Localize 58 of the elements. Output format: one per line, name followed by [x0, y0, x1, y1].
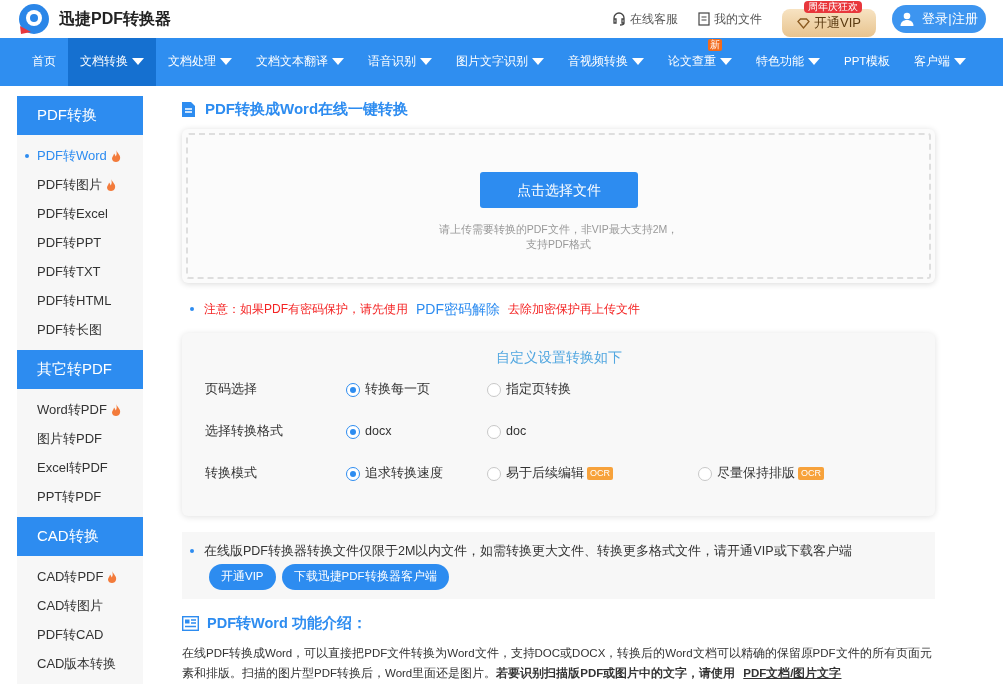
- sidebar-item[interactable]: PDF转图片: [17, 170, 143, 199]
- intro-title: PDF转Word 功能介绍：: [207, 613, 367, 633]
- sidebar-heading: CAD转换: [17, 517, 143, 556]
- option-label: 追求转换速度: [365, 465, 443, 483]
- sidebar-item[interactable]: PPT转PDF: [17, 482, 143, 511]
- sidebar-item[interactable]: PDF转Excel: [17, 199, 143, 228]
- radio-button[interactable]: [487, 424, 501, 439]
- radio-button[interactable]: [698, 466, 712, 481]
- sidebar-heading: 其它转PDF: [17, 350, 143, 389]
- radio-button[interactable]: [346, 466, 360, 481]
- ocr-link[interactable]: PDF文档/图片文字: [743, 666, 842, 679]
- sidebar-item[interactable]: CAD版本转换: [17, 649, 143, 678]
- document-icon: [182, 101, 195, 117]
- password-removal-link[interactable]: PDF密码解除: [416, 298, 500, 320]
- brand-name: 迅捷PDF转换器: [59, 9, 171, 29]
- radio-button[interactable]: [487, 382, 501, 397]
- upload-hint: 请上传需要转换的PDF文件，非VIP最大支持2M， 支持PDF格式: [438, 222, 679, 252]
- sidebar-item[interactable]: PDF转长图: [17, 315, 143, 344]
- newspaper-icon: [182, 616, 199, 632]
- user-icon: [900, 12, 915, 26]
- notice-text: 注意：如果PDF有密码保护，请先使用: [204, 301, 408, 318]
- sidebar-item[interactable]: PDF转TXT: [17, 257, 143, 286]
- radio-button[interactable]: [346, 382, 360, 397]
- sidebar-item[interactable]: CAD转PDF: [17, 562, 143, 591]
- document-icon: [698, 12, 710, 26]
- option-label: doc: [506, 423, 527, 441]
- sidebar-item[interactable]: PDF转CAD: [17, 620, 143, 649]
- nav-tab[interactable]: 文档转换: [68, 38, 156, 86]
- page-title: PDF转换成Word在线一键转换: [205, 98, 409, 119]
- sidebar-item[interactable]: Word转PDF: [17, 395, 143, 424]
- sidebar-item[interactable]: PDF转PPT: [17, 228, 143, 257]
- option-label: 易于后续编辑: [506, 465, 584, 483]
- settings-title: 自定义设置转换如下: [494, 348, 623, 367]
- header-link[interactable]: 在线客服: [612, 10, 678, 28]
- intro-paragraph: 在线PDF转换成Word，可以直接把PDF文件转换为Word文件，支持DOC或DOCX，转换后的Word文档可以精确的保留原PDF文件的所有页面元素和排版。扫描的图片型PDF转换后，Word里面还是图片。若要识别扫描版PDF或图片中的文字，请使用 PDF文档/图片文字: [182, 645, 933, 681]
- header-link[interactable]: 我的文件: [698, 10, 762, 28]
- sidebar-item[interactable]: Excel转PDF: [17, 453, 143, 482]
- radio-button[interactable]: [346, 424, 360, 439]
- new-badge: 新: [708, 39, 722, 51]
- limit-text: 在线版PDF转换器转换文件仅限于2M以内文件，如需转换更大文件、转换更多格式文件，请开通VIP或下载客户端: [204, 543, 852, 560]
- option-label: 指定页转换: [506, 381, 571, 399]
- option-label: 转换每一页: [365, 381, 430, 399]
- headset-icon: [612, 12, 626, 26]
- radio-button[interactable]: [487, 466, 501, 481]
- promo-badge: 周年庆狂欢: [804, 1, 862, 13]
- setting-label: 选择转换格式: [204, 423, 284, 441]
- sidebar-item[interactable]: 图片转PDF: [17, 424, 143, 453]
- option-label: 尽量保持排版: [717, 465, 795, 483]
- sidebar-heading: PDF转换: [17, 96, 143, 135]
- ocr-tag: OCR: [798, 467, 824, 480]
- sidebar-item[interactable]: CAD转图片: [17, 591, 143, 620]
- diamond-icon: [797, 17, 810, 29]
- notice-text: 去除加密保护再上传文件: [508, 301, 640, 318]
- ocr-tag: OCR: [587, 467, 613, 480]
- sidebar-item[interactable]: PDF转HTML: [17, 286, 143, 315]
- setting-label: 页码选择: [204, 381, 258, 399]
- option-label: docx: [365, 423, 392, 441]
- setting-label: 转换模式: [204, 465, 258, 483]
